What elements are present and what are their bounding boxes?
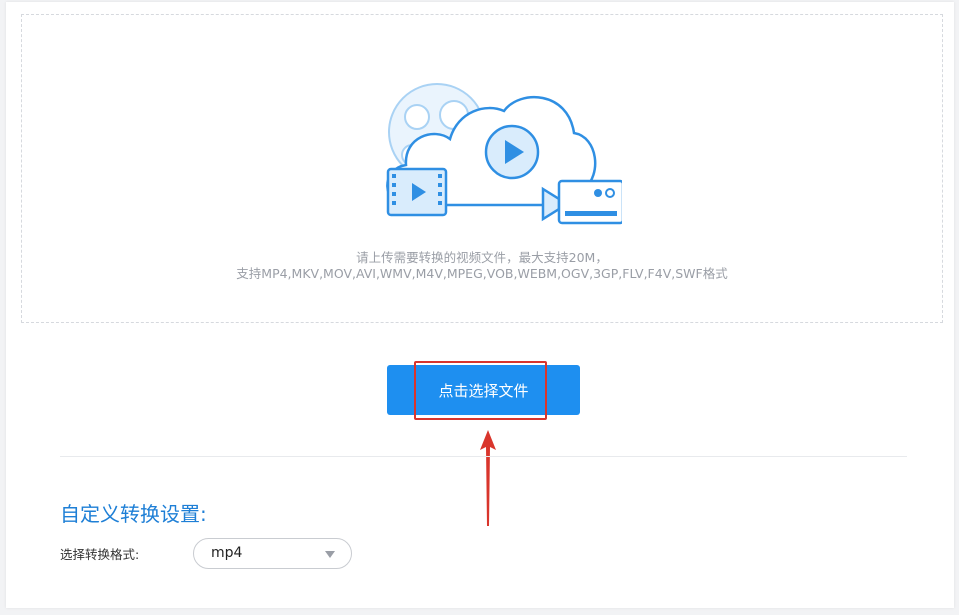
format-label: 选择转换格式: [60, 547, 140, 562]
converter-panel: 请上传需要转换的视频文件，最大支持20M， 支持MP4,MKV,MOV,AVI,… [6, 2, 954, 608]
format-select[interactable]: mp4 [193, 538, 352, 569]
upload-hint-line1: 请上传需要转换的视频文件，最大支持20M， [356, 250, 608, 265]
chevron-down-icon [325, 551, 335, 558]
section-divider [60, 456, 907, 457]
settings-title: 自定义转换设置: [60, 502, 207, 526]
format-select-value: mp4 [211, 545, 243, 561]
annotation-arrow-icon [480, 430, 496, 526]
upload-hint-line2: 支持MP4,MKV,MOV,AVI,WMV,M4V,MPEG,VOB,WEBM,… [236, 266, 728, 281]
upload-hint: 请上传需要转换的视频文件，最大支持20M， 支持MP4,MKV,MOV,AVI,… [22, 250, 942, 282]
annotation-highlight-box [414, 361, 547, 420]
cloud-video-upload-icon [386, 83, 622, 225]
upload-dropzone[interactable]: 请上传需要转换的视频文件，最大支持20M， 支持MP4,MKV,MOV,AVI,… [21, 14, 943, 323]
